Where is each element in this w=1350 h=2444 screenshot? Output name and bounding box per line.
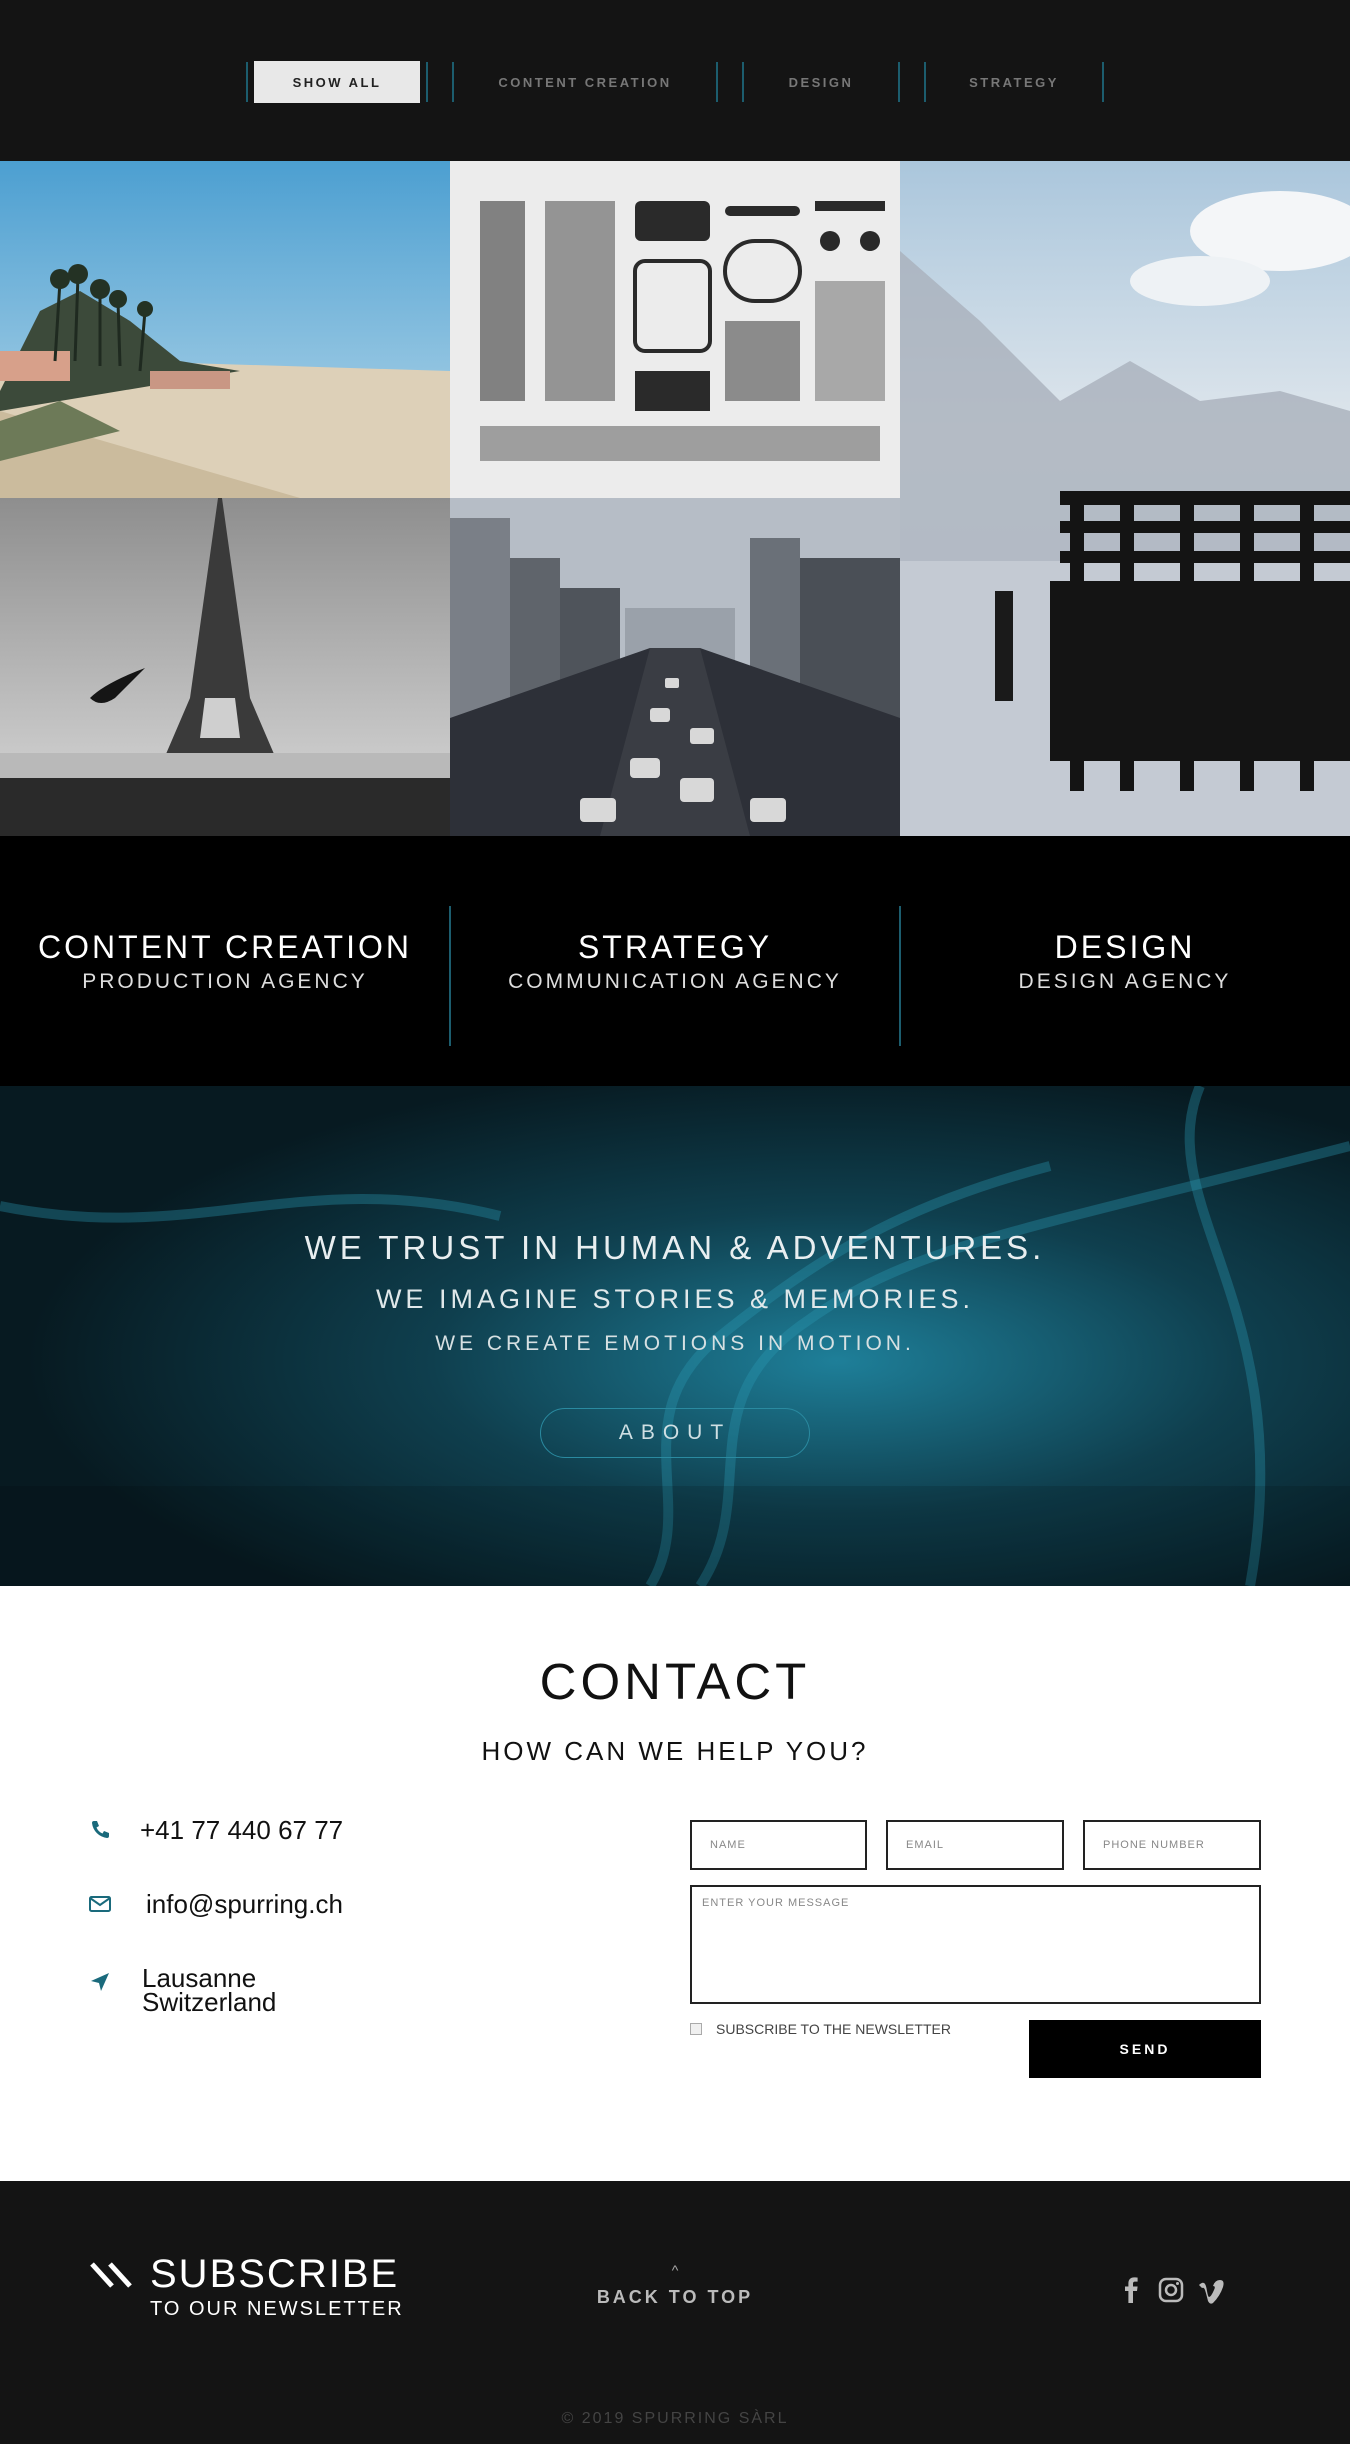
filter-divider [1102, 62, 1104, 102]
subscribe-subtitle: TO OUR NEWSLETTER [150, 2298, 404, 2320]
mission-line-2: WE IMAGINE STORIES & MEMORIES. [375, 1284, 975, 1314]
message-field[interactable] [690, 1885, 1261, 2004]
service-design[interactable]: DESIGN DESIGN AGENCY [900, 836, 1350, 1086]
service-subtitle: COMMUNICATION AGENCY [508, 969, 842, 993]
vimeo-icon[interactable] [1196, 2275, 1226, 2305]
services-section: CONTENT CREATION PRODUCTION AGENCY STRAT… [0, 836, 1350, 1086]
facebook-icon[interactable] [1116, 2275, 1146, 2305]
mission-text: WE TRUST IN HUMAN & ADVENTURES. WE IMAGI… [0, 1086, 1350, 1586]
newsletter-option[interactable]: SUBSCRIBE TO THE NEWSLETTER [690, 2021, 951, 2037]
mission-line-1: WE TRUST IN HUMAN & ADVENTURES. [304, 1229, 1046, 1266]
back-to-top-link[interactable]: ^ BACK TO TOP [575, 2263, 775, 2308]
address-country: Switzerland [142, 1987, 277, 2017]
service-title: STRATEGY [577, 928, 773, 965]
address: Lausanne Switzerland [142, 1965, 277, 2017]
typewriter-parts-photo[interactable] [450, 161, 900, 498]
filter-strategy[interactable]: STRATEGY [926, 61, 1102, 103]
portfolio-gallery [0, 161, 1350, 836]
phone-icon [92, 1821, 109, 1838]
service-title: DESIGN [1054, 928, 1196, 965]
filter-divider [898, 62, 900, 102]
service-content-creation[interactable]: CONTENT CREATION PRODUCTION AGENCY [0, 836, 450, 1086]
city-traffic-photo[interactable] [450, 498, 900, 836]
portfolio-filter-bar: SHOW ALL CONTENT CREATION DESIGN STRATEG… [0, 0, 1350, 161]
mission-banner: WE TRUST IN HUMAN & ADVENTURES. WE IMAGI… [0, 1086, 1350, 1586]
email-address: info@spurring.ch [146, 1889, 343, 1919]
phone-number: +41 77 440 67 77 [140, 1815, 344, 1845]
contact-email[interactable]: info@spurring.ch [88, 1889, 343, 1919]
newsletter-label: SUBSCRIBE TO THE NEWSLETTER [716, 2021, 951, 2037]
service-subtitle: DESIGN AGENCY [1018, 969, 1232, 993]
phone-field[interactable] [1083, 1820, 1261, 1870]
newsletter-checkbox[interactable] [690, 2023, 702, 2035]
service-subtitle: PRODUCTION AGENCY [82, 969, 368, 993]
about-button[interactable]: ABOUT [540, 1408, 810, 1458]
envelope-icon [89, 1896, 111, 1912]
contact-title: CONTACT [539, 1653, 811, 1710]
name-field[interactable] [690, 1820, 867, 1870]
service-strategy[interactable]: STRATEGY COMMUNICATION AGENCY [450, 836, 900, 1086]
mission-line-3: WE CREATE EMOTIONS IN MOTION. [435, 1332, 915, 1355]
contact-subtitle: HOW CAN WE HELP YOU? [481, 1736, 869, 1766]
filter-content-creation[interactable]: CONTENT CREATION [454, 61, 716, 103]
subscribe-link[interactable]: SUBSCRIBE TO OUR NEWSLETTER [90, 2254, 404, 2321]
caret-up-icon: ^ [671, 2262, 679, 2278]
filter-divider [716, 62, 718, 102]
contact-location: Lausanne Switzerland [88, 1965, 277, 2017]
double-slash-icon [90, 2262, 132, 2288]
instagram-icon[interactable] [1156, 2275, 1186, 2305]
filter-design[interactable]: DESIGN [744, 61, 898, 103]
filter-show-all[interactable]: SHOW ALL [254, 61, 420, 103]
eiffel-tower-photo[interactable] [0, 498, 450, 836]
subscribe-title: SUBSCRIBE [150, 2252, 400, 2296]
filter-group: SHOW ALL CONTENT CREATION DESIGN STRATEG… [246, 61, 1104, 103]
contact-phone[interactable]: +41 77 440 67 77 [88, 1815, 344, 1845]
social-links [1116, 2275, 1236, 2305]
contact-section: CONTACT HOW CAN WE HELP YOU? +41 77 440 … [0, 1586, 1350, 2181]
copyright-text: © 2019 SPURRING SÀRL [561, 2410, 789, 2427]
filter-divider [426, 62, 428, 102]
back-to-top-label: BACK TO TOP [596, 2287, 754, 2307]
filter-divider [246, 62, 248, 102]
footer: SUBSCRIBE TO OUR NEWSLETTER ^ BACK TO TO… [0, 2181, 1350, 2444]
beach-photo[interactable] [0, 161, 450, 498]
mountain-lake-pier-photo[interactable] [900, 161, 1350, 836]
send-button[interactable]: SEND [1029, 2020, 1261, 2078]
email-field[interactable] [886, 1820, 1064, 1870]
location-arrow-icon [91, 1973, 109, 1991]
service-title: CONTENT CREATION [38, 928, 412, 965]
